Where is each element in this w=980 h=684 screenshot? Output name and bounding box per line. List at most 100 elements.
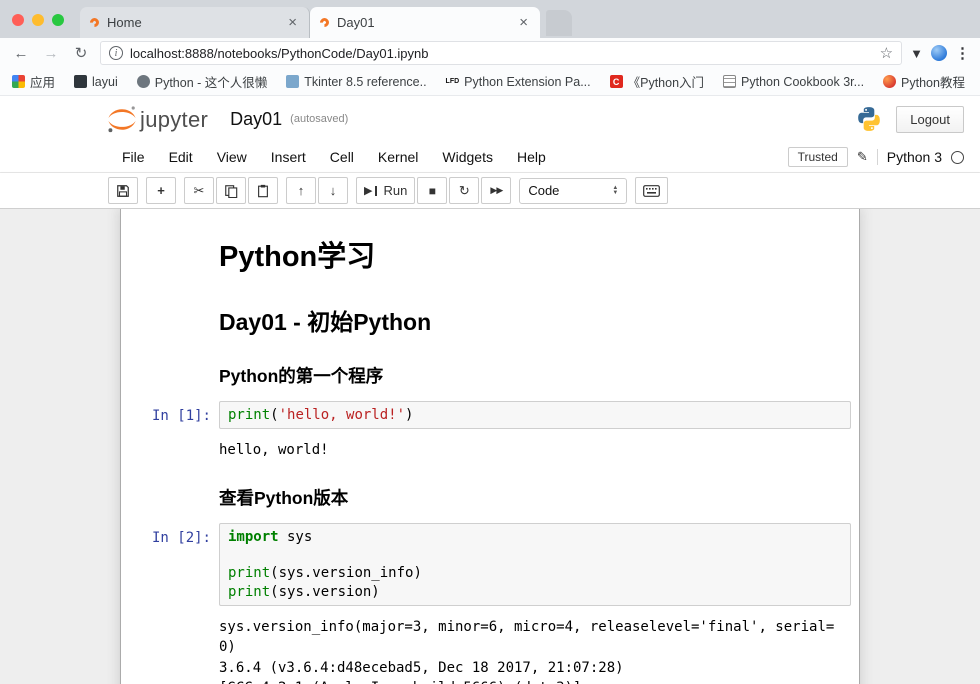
forward-button[interactable]: →	[40, 45, 62, 62]
floppy-icon	[116, 184, 130, 198]
site-favicon-icon	[286, 75, 299, 88]
close-window-button[interactable]	[12, 14, 24, 26]
menu-insert[interactable]: Insert	[259, 149, 318, 165]
logout-button[interactable]: Logout	[896, 106, 964, 133]
url-text[interactable]: localhost:8888/notebooks/PythonCode/Day0…	[130, 46, 873, 61]
jupyter-logo-text: jupyter	[140, 107, 208, 133]
code-cell-2[interactable]: In [2]: import sys print(sys.version_inf…	[121, 518, 859, 611]
zoom-window-button[interactable]	[52, 14, 64, 26]
address-bar[interactable]: i localhost:8888/notebooks/PythonCode/Da…	[100, 41, 902, 65]
move-cell-up-button[interactable]: ↑	[286, 177, 316, 204]
tab-home-label: Home	[107, 15, 142, 30]
bookmark-apps[interactable]: 应用	[12, 72, 55, 91]
restart-run-all-button[interactable]: ▶▶	[481, 177, 511, 204]
bookmark-python-tutorial[interactable]: Python教程	[883, 72, 965, 91]
page-info-icon[interactable]: i	[109, 46, 123, 60]
bookmark-python-extension[interactable]: LFD Python Extension Pa...	[446, 75, 591, 89]
code-input-2[interactable]: import sys print(sys.version_info) print…	[219, 523, 851, 606]
heading-check-version: 查看Python版本	[219, 485, 851, 510]
restart-kernel-button[interactable]: ↻	[449, 177, 479, 204]
bookmark-layui[interactable]: layui	[74, 75, 118, 89]
site-favicon-icon	[137, 75, 150, 88]
markdown-cell-title[interactable]: Python学习	[121, 219, 859, 287]
browser-menu-icon[interactable]: ⋮	[955, 44, 970, 62]
tab-home[interactable]: Home ×	[80, 7, 310, 38]
move-cell-down-button[interactable]: ↓	[318, 177, 348, 204]
close-tab-icon[interactable]: ×	[286, 15, 299, 30]
move-cell-group: ↑ ↓	[286, 177, 348, 204]
cell-type-value: Code	[528, 183, 559, 198]
bookmark-label: Python Cookbook 3r...	[741, 75, 864, 89]
minimize-window-button[interactable]	[32, 14, 44, 26]
browser-toolbar: ← → ↻ i localhost:8888/notebooks/PythonC…	[0, 38, 980, 68]
csdn-favicon-icon: C	[610, 75, 623, 88]
bookmark-tkinter-reference[interactable]: Tkinter 8.5 reference..	[286, 75, 426, 89]
cut-cell-button[interactable]: ✂	[184, 177, 214, 204]
code-token: print	[228, 584, 270, 600]
markdown-cell-first-program[interactable]: Python的第一个程序	[121, 347, 859, 396]
menu-edit[interactable]: Edit	[157, 149, 205, 165]
bookmark-label: 《Python入门	[628, 72, 704, 91]
trusted-button[interactable]: Trusted	[788, 147, 848, 167]
jupyter-logo[interactable]: jupyter	[106, 105, 208, 133]
code-line: print(sys.version)	[228, 583, 842, 601]
output-prompt	[121, 436, 219, 460]
input-prompt: In [2]:	[121, 523, 219, 606]
markdown-cell-version[interactable]: 查看Python版本	[121, 469, 859, 518]
heading-first-program: Python的第一个程序	[219, 363, 851, 388]
clipboard-icon	[256, 184, 270, 198]
tab-day01[interactable]: Day01 ×	[310, 7, 540, 38]
site-favicon-icon	[883, 75, 896, 88]
downloads-icon[interactable]: ▼	[910, 46, 923, 61]
code-token: 'hello, world!'	[279, 407, 405, 423]
notebook-menubar: File Edit View Insert Cell Kernel Widget…	[0, 142, 980, 173]
jupyter-header: jupyter Day01 (autosaved) Logout	[0, 96, 980, 142]
copy-cell-button[interactable]	[216, 177, 246, 204]
back-button[interactable]: ←	[10, 45, 32, 62]
reload-button[interactable]: ↻	[70, 44, 92, 62]
code-token: (	[270, 407, 278, 423]
notebook-title[interactable]: Day01	[230, 109, 282, 130]
clipboard-group: ✂	[184, 177, 278, 204]
autosave-status: (autosaved)	[290, 113, 348, 125]
lfd-favicon-icon: LFD	[446, 75, 460, 88]
menu-kernel[interactable]: Kernel	[366, 149, 430, 165]
notebook-container: Python学习 Day01 - 初始Python Python的第一个程序 I…	[120, 209, 860, 684]
code-token: import	[228, 529, 279, 545]
menu-view[interactable]: View	[205, 149, 259, 165]
browser-window: Home × Day01 × ← → ↻ i localhost:8888/no…	[0, 0, 980, 684]
cell-type-select[interactable]: Code ▲▼	[519, 178, 627, 204]
code-input-1[interactable]: print('hello, world!')	[219, 401, 851, 429]
code-token: )	[405, 407, 413, 423]
menu-cell[interactable]: Cell	[318, 149, 366, 165]
input-prompt: In [1]:	[121, 401, 219, 429]
bookmark-python-blog[interactable]: Python - 这个人很懒	[137, 72, 268, 91]
new-tab-button[interactable]	[546, 10, 572, 36]
menu-help[interactable]: Help	[505, 149, 558, 165]
insert-cell-below-button[interactable]: +	[146, 177, 176, 204]
step-forward-icon: ▶	[364, 184, 372, 197]
interrupt-kernel-button[interactable]: ■	[417, 177, 447, 204]
bookmark-star-icon[interactable]: ☆	[880, 44, 893, 62]
markdown-cell-day01[interactable]: Day01 - 初始Python	[121, 287, 859, 347]
run-cell-button[interactable]: ▶ Run	[356, 177, 415, 204]
menu-file[interactable]: File	[122, 149, 157, 165]
code-token: (sys.version)	[270, 584, 380, 600]
code-cell-1[interactable]: In [1]: print('hello, world!')	[121, 396, 859, 434]
code-line-blank	[228, 546, 842, 564]
save-button[interactable]	[108, 177, 138, 204]
globe-icon[interactable]	[931, 45, 947, 61]
bookmark-python-cookbook[interactable]: Python Cookbook 3r...	[723, 75, 864, 89]
bookmark-label: Python Extension Pa...	[464, 75, 590, 89]
bookmark-label: Tkinter 8.5 reference..	[304, 75, 426, 89]
menu-widgets[interactable]: Widgets	[430, 149, 505, 165]
divider	[877, 149, 878, 165]
code-line: import sys	[228, 528, 842, 546]
close-tab-icon[interactable]: ×	[517, 15, 530, 30]
jupyter-favicon-icon	[318, 16, 331, 29]
output-text-2: sys.version_info(major=3, minor=6, micro…	[219, 613, 837, 684]
command-palette-button[interactable]	[635, 177, 668, 204]
paste-cell-button[interactable]	[248, 177, 278, 204]
code-token: print	[228, 407, 270, 423]
bookmark-python-intro[interactable]: C 《Python入门	[610, 72, 704, 91]
